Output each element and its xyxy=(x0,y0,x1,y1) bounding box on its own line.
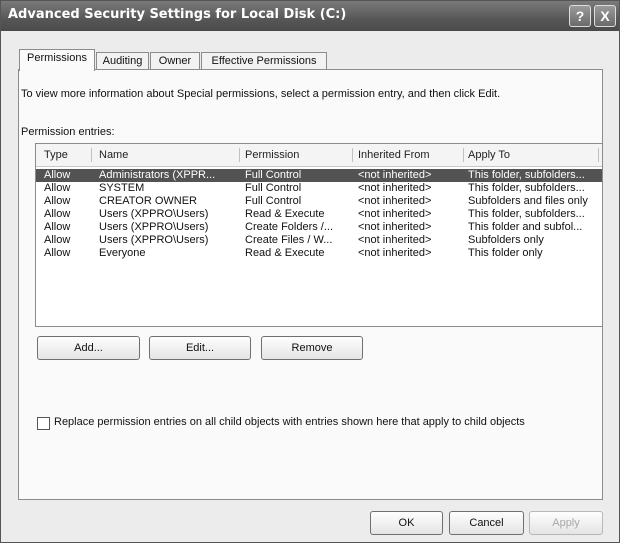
column-header-apply-to[interactable]: Apply To xyxy=(468,144,600,166)
table-row[interactable]: Allow Users (XPPRO\Users) Create Files /… xyxy=(36,234,602,247)
edit-button[interactable]: Edit... xyxy=(149,336,251,360)
cell-type: Allow xyxy=(44,208,71,220)
title-bar: Advanced Security Settings for Local Dis… xyxy=(1,1,619,31)
table-row[interactable]: Allow Users (XPPRO\Users) Create Folders… xyxy=(36,221,602,234)
column-divider[interactable] xyxy=(91,148,92,162)
table-row[interactable]: Allow Users (XPPRO\Users) Read & Execute… xyxy=(36,208,602,221)
permission-entries-label: Permission entries: xyxy=(21,126,115,138)
column-divider[interactable] xyxy=(352,148,353,162)
remove-button[interactable]: Remove xyxy=(261,336,363,360)
cell-inherited-from: <not inherited> xyxy=(358,208,432,220)
cell-apply-to: This folder only xyxy=(468,247,543,259)
cell-apply-to: This folder, subfolders... xyxy=(468,208,585,220)
table-row[interactable]: Allow Administrators (XPPR... Full Contr… xyxy=(36,169,602,182)
column-header-type[interactable]: Type xyxy=(44,144,92,166)
cell-name: Users (XPPRO\Users) xyxy=(99,234,209,246)
cell-name: Users (XPPRO\Users) xyxy=(99,208,209,220)
cell-apply-to: This folder and subfol... xyxy=(468,221,583,233)
ok-button[interactable]: OK xyxy=(370,511,443,535)
cell-type: Allow xyxy=(44,182,71,194)
cell-apply-to: Subfolders only xyxy=(468,234,544,246)
cell-inherited-from: <not inherited> xyxy=(358,169,432,181)
apply-button[interactable]: Apply xyxy=(529,511,603,535)
tab-auditing[interactable]: Auditing xyxy=(96,52,149,70)
cell-inherited-from: <not inherited> xyxy=(358,247,432,259)
cell-permission: Read & Execute xyxy=(245,208,325,220)
cancel-button[interactable]: Cancel xyxy=(449,511,524,535)
table-row[interactable]: Allow Everyone Read & Execute <not inher… xyxy=(36,247,602,260)
replace-permissions-checkbox[interactable] xyxy=(37,417,50,430)
column-divider[interactable] xyxy=(239,148,240,162)
cell-inherited-from: <not inherited> xyxy=(358,195,432,207)
cell-name: Administrators (XPPR... xyxy=(99,169,216,181)
tab-effective-permissions[interactable]: Effective Permissions xyxy=(201,52,327,70)
replace-permissions-label[interactable]: Replace permission entries on all child … xyxy=(54,416,525,428)
help-icon[interactable]: ? xyxy=(569,5,591,27)
cell-type: Allow xyxy=(44,169,71,181)
cell-permission: Create Files / W... xyxy=(245,234,333,246)
column-header-permission[interactable]: Permission xyxy=(245,144,355,166)
cell-name: Everyone xyxy=(99,247,146,259)
table-row[interactable]: Allow CREATOR OWNER Full Control <not in… xyxy=(36,195,602,208)
tab-permissions[interactable]: Permissions xyxy=(19,49,95,71)
cell-permission: Full Control xyxy=(245,182,302,194)
column-header-name[interactable]: Name xyxy=(99,144,239,166)
list-header: Type Name Permission Inherited From Appl… xyxy=(36,144,602,167)
column-divider[interactable] xyxy=(463,148,464,162)
column-header-inherited-from[interactable]: Inherited From xyxy=(358,144,466,166)
cell-type: Allow xyxy=(44,234,71,246)
cell-permission: Create Folders /... xyxy=(245,221,334,233)
permission-entries-list[interactable]: Type Name Permission Inherited From Appl… xyxy=(35,143,603,327)
cell-type: Allow xyxy=(44,195,71,207)
cell-permission: Full Control xyxy=(245,195,302,207)
cell-apply-to: This folder, subfolders... xyxy=(468,182,585,194)
close-icon[interactable]: X xyxy=(594,5,616,27)
add-button[interactable]: Add... xyxy=(37,336,140,360)
cell-type: Allow xyxy=(44,221,71,233)
cell-inherited-from: <not inherited> xyxy=(358,234,432,246)
window-title: Advanced Security Settings for Local Dis… xyxy=(8,7,347,22)
cell-apply-to: This folder, subfolders... xyxy=(468,169,585,181)
cell-name: SYSTEM xyxy=(99,182,145,194)
cell-permission: Full Control xyxy=(245,169,302,181)
table-row[interactable]: Allow SYSTEM Full Control <not inherited… xyxy=(36,182,602,195)
cell-type: Allow xyxy=(44,247,71,259)
info-text: To view more information about Special p… xyxy=(21,88,501,100)
cell-permission: Read & Execute xyxy=(245,247,325,259)
cell-inherited-from: <not inherited> xyxy=(358,182,432,194)
cell-name: Users (XPPRO\Users) xyxy=(99,221,209,233)
cell-inherited-from: <not inherited> xyxy=(358,221,432,233)
tab-owner[interactable]: Owner xyxy=(150,52,200,70)
column-divider[interactable] xyxy=(598,148,599,162)
advanced-security-settings-dialog: Advanced Security Settings for Local Dis… xyxy=(0,0,620,543)
cell-name: CREATOR OWNER xyxy=(99,195,197,207)
cell-apply-to: Subfolders and files only xyxy=(468,195,588,207)
